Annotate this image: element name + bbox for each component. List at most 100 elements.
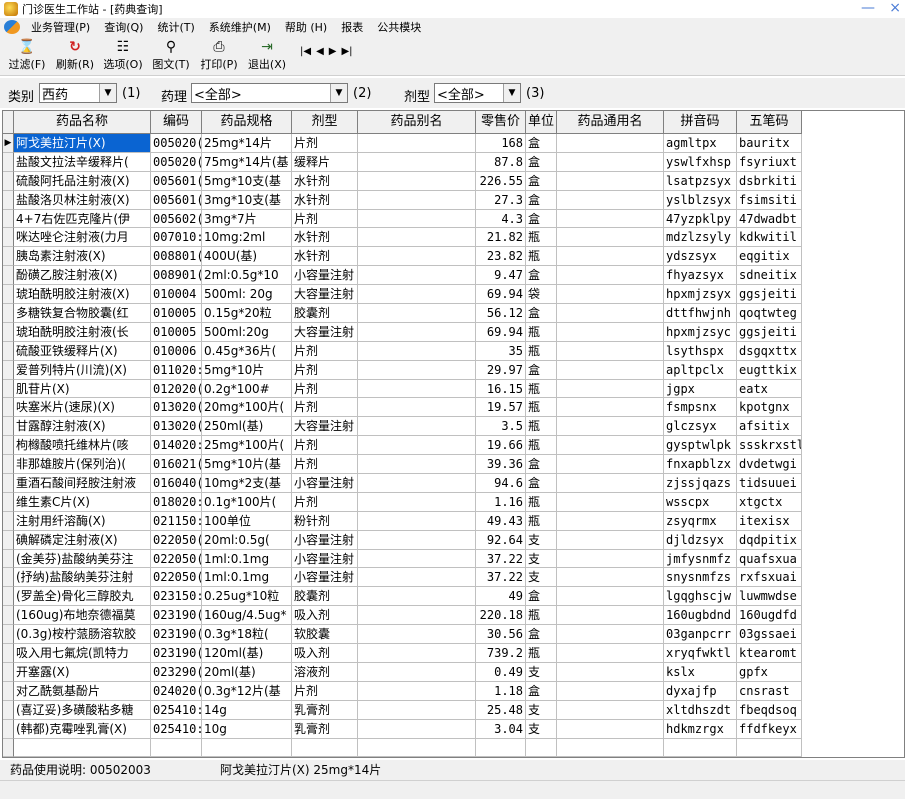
column-header-generic-name[interactable]: 药品通用名 bbox=[557, 111, 664, 134]
menu-item-maintenance[interactable]: 系统维护(M) bbox=[202, 19, 278, 35]
menu-item-help[interactable]: 帮助 (H) bbox=[278, 19, 334, 35]
table-row[interactable]: 非那雄胺片(保列治)(016021(5mg*10片(基 片剂 39.36 盒 fnxap… bbox=[3, 455, 802, 475]
exit-button[interactable]: ⇥ 退出(X) bbox=[246, 36, 288, 72]
cell-wubi-code: dsgqxttx bbox=[737, 341, 802, 361]
pharmacology-select[interactable]: <全部> ▼ bbox=[191, 83, 348, 103]
row-indicator bbox=[3, 625, 14, 645]
menu-item-query[interactable]: 查询(Q) bbox=[97, 19, 150, 35]
table-row[interactable]: 吸入用七氟烷(凯特力 023190(120ml(基) 吸入剂 739.2 瓶 xryqfw… bbox=[3, 644, 802, 663]
column-header-unit[interactable]: 单位 bbox=[526, 111, 557, 134]
table-row[interactable]: (0.3g)桉柠蒎肠溶软胶 023190(0.3g*18粒(软胶囊 30.56 盒 03… bbox=[3, 625, 802, 645]
table-row[interactable]: 咪达唑仑注射液(力月 007010: 10mg:2ml 水针剂 21.82 瓶 mdzlzs… bbox=[3, 228, 802, 248]
table-row[interactable]: 琥珀酰明胶注射液(X) 010004 500ml: 20g 大容量注射 69.94 袋 hp… bbox=[3, 285, 802, 305]
table-row[interactable]: 甘露醇注射液(X) 013020(250ml(基) 大容量注射 3.5 瓶 glczsyx… bbox=[3, 417, 802, 437]
cell-drug-name: 多糖铁复合物胶囊(红 bbox=[14, 304, 151, 323]
window-title: 门诊医生工作站 - [药典查询] bbox=[22, 3, 163, 16]
cell-code bbox=[151, 738, 202, 757]
table-row[interactable]: 琥珀酰明胶注射液(长 010005 500ml:20g 大容量注射 69.94 瓶 hpxm… bbox=[3, 322, 802, 342]
cell-pinyin-code: lsythspx bbox=[664, 341, 737, 361]
chevron-down-icon[interactable]: ▼ bbox=[330, 84, 347, 102]
prev-record-button[interactable]: ◀ bbox=[316, 46, 324, 57]
filter-button-label: 过滤(F) bbox=[8, 58, 46, 71]
menu-item-public[interactable]: 公共模块 bbox=[370, 19, 428, 35]
first-record-button[interactable]: |◀ bbox=[300, 46, 311, 57]
table-row[interactable]: 硫酸阿托品注射液(X) 005601(5mg*10支(基 水针剂 226.55 盒 lsa… bbox=[3, 171, 802, 191]
cell-unit: 瓶 bbox=[526, 606, 557, 626]
cell-alias bbox=[358, 757, 476, 758]
close-button[interactable]: × bbox=[889, 0, 901, 16]
table-row[interactable]: 肌苷片(X) 012020(0.2g*100# 片剂 16.15 瓶 jgpx eatx bbox=[3, 379, 802, 399]
table-row[interactable]: (抒纳)盐酸纳美芬注射 022050(1ml:0.1mg 小容量注射 37.22 支 sn… bbox=[3, 568, 802, 588]
cell-alias bbox=[358, 606, 476, 626]
cell-retail-price: 56.12 bbox=[476, 304, 526, 323]
table-row[interactable]: (金美芬)盐酸纳美芬注 022050(1ml:0.1mg 小容量注射 37.22 支 jm… bbox=[3, 549, 802, 569]
cell-unit: 盒 bbox=[526, 152, 557, 172]
column-header-alias[interactable]: 药品别名 bbox=[358, 111, 476, 134]
selected-drug-info: 阿戈美拉汀片(X) 25mg*14片 bbox=[220, 763, 382, 777]
chevron-down-icon[interactable]: ▼ bbox=[99, 84, 116, 102]
table-row[interactable]: (160ug)布地奈德福莫 023190(160ug/4.5ug* 吸入剂 220.1… bbox=[3, 606, 802, 626]
column-header-retail-price[interactable]: 零售价 bbox=[476, 111, 526, 134]
column-header-dosage-form[interactable]: 剂型 bbox=[292, 111, 358, 134]
dosage-form-select[interactable]: <全部> ▼ bbox=[434, 83, 521, 103]
usage-instructions-label: 药品使用说明: 00502003 bbox=[10, 763, 151, 777]
table-row[interactable]: ▶ 阿戈美拉汀片(X) 005020(25mg*14片 片剂 168 盒 agmltpx ba… bbox=[3, 134, 802, 153]
cell-retail-price: 69.94 bbox=[476, 285, 526, 305]
table-row[interactable]: 维生素C片(X) 018020: 0.1g*100片(片剂 1.16 瓶 wsscpx xt… bbox=[3, 492, 802, 512]
table-row[interactable]: (韩都)克霉唑乳膏(X) 025410: 10g 乳膏剂 3.04 支 hdkmzrgx ff… bbox=[3, 719, 802, 739]
row-indicator bbox=[3, 417, 14, 437]
table-row[interactable]: 呋塞米片(速尿)(X) 013020(20mg*100片(片剂 19.57 瓶 fsmp… bbox=[3, 398, 802, 418]
menu-item-statistics[interactable]: 统计(T) bbox=[150, 19, 201, 35]
row-indicator bbox=[3, 587, 14, 607]
column-header-code[interactable]: 编码 bbox=[151, 111, 202, 134]
table-row[interactable]: 盐酸文拉法辛缓释片(005020(75mg*14片(基 缓释片 87.8 盒 yswlf… bbox=[3, 152, 802, 172]
table-row[interactable]: 重酒石酸间羟胺注射液 016040(10mg*2支(基 小容量注射 94.6 盒 zjss… bbox=[3, 474, 802, 493]
table-row[interactable]: 爱普列特片(川流)(X) 011020: 5mg*10片 片剂 29.97 盒 apltpc… bbox=[3, 360, 802, 380]
table-row[interactable]: 4+7右佐匹克隆片(伊 005602(3mg*7片 片剂 4.3 盒 47yzpklpy 4… bbox=[3, 209, 802, 229]
table-row[interactable]: 胰岛素注射液(X) 008801(400U(基) 水针剂 23.82 瓶 ydszsyx e… bbox=[3, 247, 802, 267]
table-row[interactable]: 碘解磷定注射液(X) 022050(20ml:0.5g(小容量注射 92.64 支 dj… bbox=[3, 530, 802, 550]
menu-item-reports[interactable]: 报表 bbox=[334, 19, 370, 35]
options-button-label: 选项(O) bbox=[103, 58, 143, 71]
filter-bar: 类别 西药 ▼ (1) 药理 <全部> ▼ (2) 剂型 <全部> ▼ (3) bbox=[0, 78, 905, 108]
table-row[interactable]: 枸橼酸喷托维林片(咳 014020: 25mg*100片(片剂 19.66 瓶 gyspt… bbox=[3, 436, 802, 456]
table-row[interactable] bbox=[3, 757, 802, 758]
minimize-button[interactable]: — bbox=[861, 0, 875, 16]
cell-dosage-form: 片剂 bbox=[292, 455, 358, 475]
table-row[interactable]: 对乙酰氨基酚片 024020(0.3g*12片(基 片剂 1.18 盒 dyxajfp cn… bbox=[3, 681, 802, 701]
cell-dosage-form: 吸入剂 bbox=[292, 644, 358, 663]
table-row[interactable]: 盐酸洛贝林注射液(X) 005601(3mg*10支(基 水针剂 27.3 盒 yslbl… bbox=[3, 190, 802, 210]
table-row[interactable]: (罗盖全)骨化三醇胶丸 023150: 0.25ug*10粒 胶囊剂 49 盒 lgqghs… bbox=[3, 587, 802, 607]
image-text-button[interactable]: ⚲ 图文(T) bbox=[150, 36, 192, 72]
category-select[interactable]: 西药 ▼ bbox=[39, 83, 117, 103]
row-indicator bbox=[3, 700, 14, 720]
chevron-down-icon[interactable]: ▼ bbox=[503, 84, 520, 102]
cell-dosage-form: 片剂 bbox=[292, 492, 358, 512]
cell-dosage-form: 小容量注射 bbox=[292, 266, 358, 286]
cell-alias bbox=[358, 568, 476, 588]
table-row[interactable]: 多糖铁复合物胶囊(红 010005 0.15g*20粒 胶囊剂 56.12 盒 dttfhw… bbox=[3, 304, 802, 323]
print-button[interactable]: ⎙ 打印(P) bbox=[198, 36, 240, 72]
options-button[interactable]: ☷ 选项(O) bbox=[102, 36, 144, 72]
refresh-button[interactable]: ↻ 刷新(R) bbox=[54, 36, 96, 72]
column-header-spec[interactable]: 药品规格 bbox=[202, 111, 292, 134]
cell-code: 005020( bbox=[151, 134, 202, 153]
table-row[interactable]: 注射用纤溶酶(X) 021150: 100单位 粉针剂 49.43 瓶 zsyqrmx ite… bbox=[3, 511, 802, 531]
column-header-drug-name[interactable]: 药品名称 bbox=[14, 111, 151, 134]
cell-drug-name: 咪达唑仑注射液(力月 bbox=[14, 228, 151, 248]
menu-item-business[interactable]: 业务管理(P) bbox=[24, 19, 97, 35]
column-header-pinyin-code[interactable]: 拼音码 bbox=[664, 111, 737, 134]
cell-dosage-form: 片剂 bbox=[292, 398, 358, 418]
column-header-wubi-code[interactable]: 五笔码 bbox=[737, 111, 802, 134]
table-row[interactable]: (喜辽妥)多磺酸粘多糖 025410: 14g 乳膏剂 25.48 支 xltdhszdt f… bbox=[3, 700, 802, 720]
table-row[interactable] bbox=[3, 738, 802, 757]
row-indicator bbox=[3, 455, 14, 475]
table-row[interactable]: 酚磺乙胺注射液(X) 008901(2ml:0.5g*10 小容量注射 9.47 盒 fh… bbox=[3, 266, 802, 286]
filter-button[interactable]: ⌛ 过滤(F) bbox=[6, 36, 48, 72]
cell-generic-name bbox=[557, 625, 664, 645]
header-indicator bbox=[3, 111, 14, 134]
table-row[interactable]: 开塞露(X) 023290(20ml(基) 溶液剂 0.49 支 kslx gpfx bbox=[3, 662, 802, 682]
table-row[interactable]: 硫酸亚铁缓释片(X) 010006 0.45g*36片(片剂 35 瓶 lsythspx d… bbox=[3, 341, 802, 361]
last-record-button[interactable]: ▶| bbox=[341, 46, 352, 57]
next-record-button[interactable]: ▶ bbox=[329, 46, 337, 57]
